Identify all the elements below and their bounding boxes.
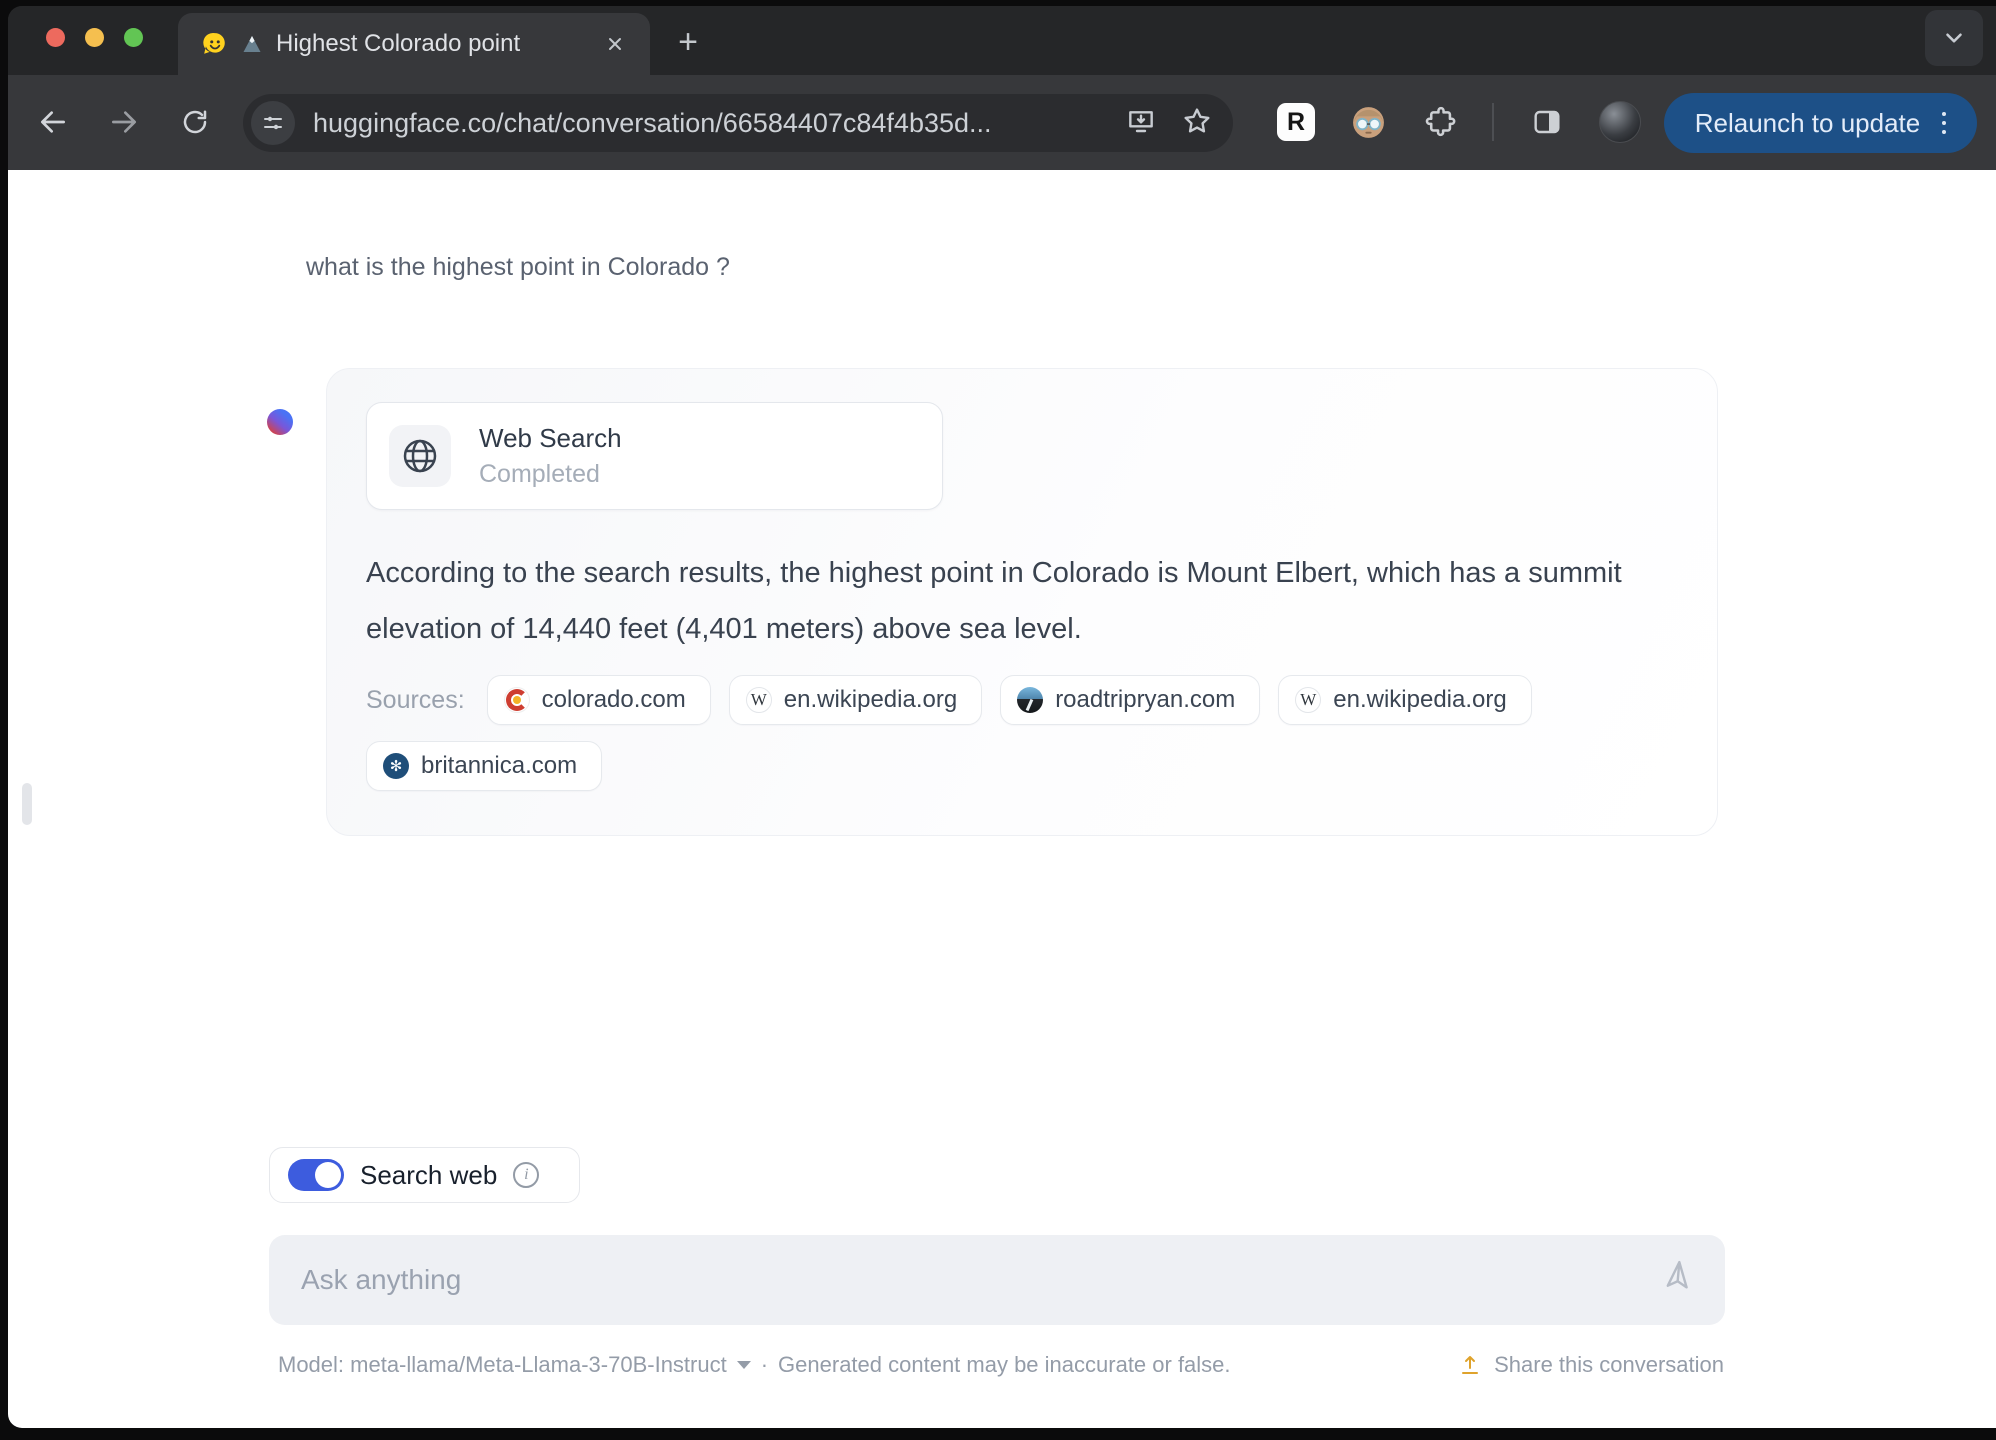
huggingchat-page: what is the highest point in Colorado ? …: [8, 170, 1996, 1428]
model-selector[interactable]: Model: meta-llama/Meta-Llama-3-70B-Instr…: [278, 1352, 727, 1378]
tab-title: Highest Colorado point: [276, 30, 521, 57]
colorado-favicon-icon: [503, 687, 530, 713]
url-text[interactable]: huggingface.co/chat/conversation/6658440…: [313, 108, 1113, 139]
tab-search-button[interactable]: [1925, 10, 1983, 66]
source-chip-colorado[interactable]: colorado.com: [486, 675, 711, 725]
tab-highest-colorado-point[interactable]: Highest Colorado point: [178, 13, 650, 75]
reload-button[interactable]: [174, 101, 216, 143]
wikipedia-favicon-icon: W: [745, 687, 772, 713]
user-message: what is the highest point in Colorado ?: [306, 253, 730, 281]
traffic-lights: [46, 28, 143, 47]
close-window-button[interactable]: [46, 28, 65, 47]
search-web-control: Search web i: [269, 1147, 580, 1203]
source-chip-roadtripryan[interactable]: roadtripryan.com: [1000, 675, 1261, 725]
relaunch-label: Relaunch to update: [1694, 107, 1921, 138]
web-search-status: Completed: [479, 460, 600, 488]
fullscreen-window-button[interactable]: [124, 28, 143, 47]
assistant-avatar: [267, 409, 293, 435]
globe-icon: [389, 425, 451, 487]
source-chip-wikipedia-2[interactable]: W en.wikipedia.org: [1278, 675, 1532, 725]
web-search-card[interactable]: Web Search Completed: [366, 402, 943, 510]
wikipedia-favicon-icon: W: [1295, 687, 1322, 713]
share-upload-icon: [1462, 1356, 1479, 1374]
assistant-answer-text: According to the search results, the hig…: [366, 557, 1622, 645]
profile-avatar[interactable]: [1599, 101, 1641, 143]
britannica-favicon-icon: ✻: [383, 753, 409, 779]
info-icon[interactable]: i: [513, 1162, 540, 1188]
tab-strip: Highest Colorado point +: [8, 6, 1996, 75]
side-panel-icon[interactable]: [1527, 102, 1567, 142]
r-extension-icon[interactable]: R: [1277, 103, 1315, 141]
relaunch-to-update-button[interactable]: Relaunch to update: [1664, 93, 1977, 153]
extensions-puzzle-icon[interactable]: [1421, 102, 1461, 142]
mountain-emoji-icon: [243, 36, 261, 52]
chevron-down-icon[interactable]: [736, 1361, 751, 1369]
address-bar[interactable]: huggingface.co/chat/conversation/6658440…: [243, 94, 1233, 152]
back-button[interactable]: [32, 101, 74, 143]
share-conversation-button[interactable]: Share this conversation: [1458, 1352, 1724, 1378]
face-glasses-extension-icon[interactable]: [1350, 104, 1387, 141]
source-chip-wikipedia-1[interactable]: W en.wikipedia.org: [728, 675, 983, 725]
send-icon[interactable]: [1661, 1260, 1693, 1299]
share-label: Share this conversation: [1494, 1352, 1724, 1377]
web-search-title: Web Search: [479, 423, 622, 453]
forward-button[interactable]: [103, 101, 145, 143]
toolbar-separator: [1492, 103, 1494, 141]
message-input-container: [269, 1235, 1725, 1325]
huggingchat-favicon-icon: [203, 32, 225, 54]
install-app-icon[interactable]: [1125, 105, 1157, 142]
source-chip-britannica[interactable]: ✻ britannica.com: [366, 741, 603, 791]
browser-window: Highest Colorado point + huggingface.co/…: [8, 6, 1996, 1428]
browser-toolbar: huggingface.co/chat/conversation/6658440…: [8, 75, 1996, 170]
sidebar-drag-handle[interactable]: [22, 783, 32, 825]
footer-separator: ·: [760, 1352, 769, 1377]
roadtripryan-favicon-icon: [1017, 687, 1044, 713]
minimize-window-button[interactable]: [85, 28, 104, 47]
assistant-message: Web Search Completed According to the se…: [326, 368, 1718, 836]
site-settings-icon[interactable]: [251, 101, 295, 145]
sources-label: Sources:: [366, 685, 465, 714]
disclaimer-text: Generated content may be inaccurate or f…: [778, 1352, 1231, 1377]
new-tab-button[interactable]: +: [668, 22, 708, 62]
search-web-label: Search web: [360, 1159, 498, 1190]
browser-menu-icon[interactable]: [1942, 112, 1947, 134]
chat-input[interactable]: [301, 1264, 1661, 1296]
sources-row: Sources: colorado.com W en.wikipedia.org…: [366, 675, 1702, 791]
tab-close-icon[interactable]: [600, 29, 630, 59]
bookmark-star-icon[interactable]: [1181, 105, 1213, 142]
search-web-toggle[interactable]: [288, 1159, 344, 1191]
chat-footer: Model: meta-llama/Meta-Llama-3-70B-Instr…: [278, 1352, 1724, 1378]
